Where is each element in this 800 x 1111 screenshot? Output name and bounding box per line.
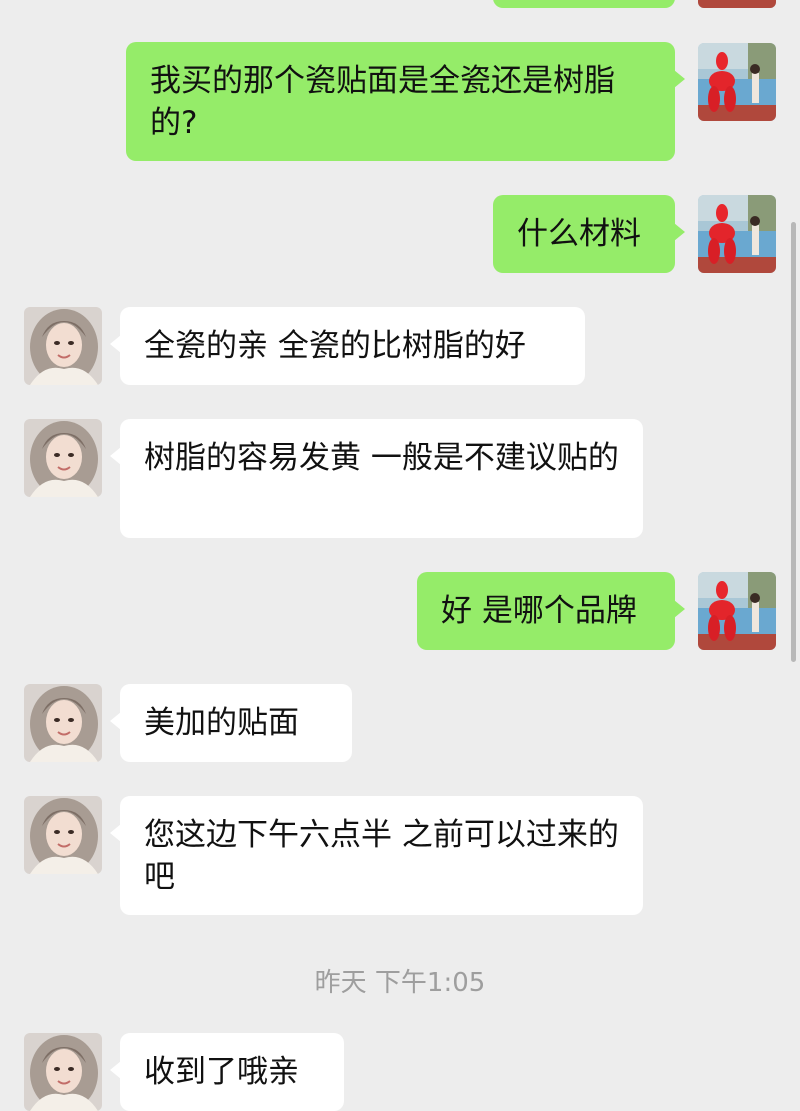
message-bubble-sent[interactable]: 什么材料 (493, 195, 685, 273)
contact-avatar[interactable] (24, 307, 102, 385)
message-bubble-received[interactable]: 收到了哦亲 (110, 1033, 344, 1111)
chat-timestamp: 昨天 下午1:05 (314, 968, 486, 998)
message-bubble-received[interactable]: 您这边下午六点半 之前可以过来的吧 (110, 796, 643, 915)
my-avatar[interactable] (698, 572, 776, 650)
message-bubble-partial[interactable] (493, 0, 675, 8)
message-bubble-received[interactable]: 全瓷的亲 全瓷的比树脂的好 (110, 307, 585, 385)
scrollbar[interactable] (791, 222, 796, 662)
message-bubble-received[interactable]: 美加的贴面 (110, 684, 352, 762)
my-avatar[interactable] (698, 43, 776, 121)
my-avatar[interactable] (698, 195, 776, 273)
message-bubble-received[interactable]: 树脂的容易发黄 一般是不建议贴的 (110, 419, 643, 538)
contact-avatar[interactable] (24, 796, 102, 874)
message-bubble-sent[interactable]: 好 是哪个品牌 (417, 572, 685, 650)
contact-avatar[interactable] (24, 419, 102, 497)
my-avatar[interactable] (698, 0, 776, 8)
contact-avatar[interactable] (24, 1033, 102, 1111)
contact-avatar[interactable] (24, 684, 102, 762)
message-bubble-sent[interactable]: 我买的那个瓷贴面是全瓷还是树脂的? (126, 42, 685, 161)
